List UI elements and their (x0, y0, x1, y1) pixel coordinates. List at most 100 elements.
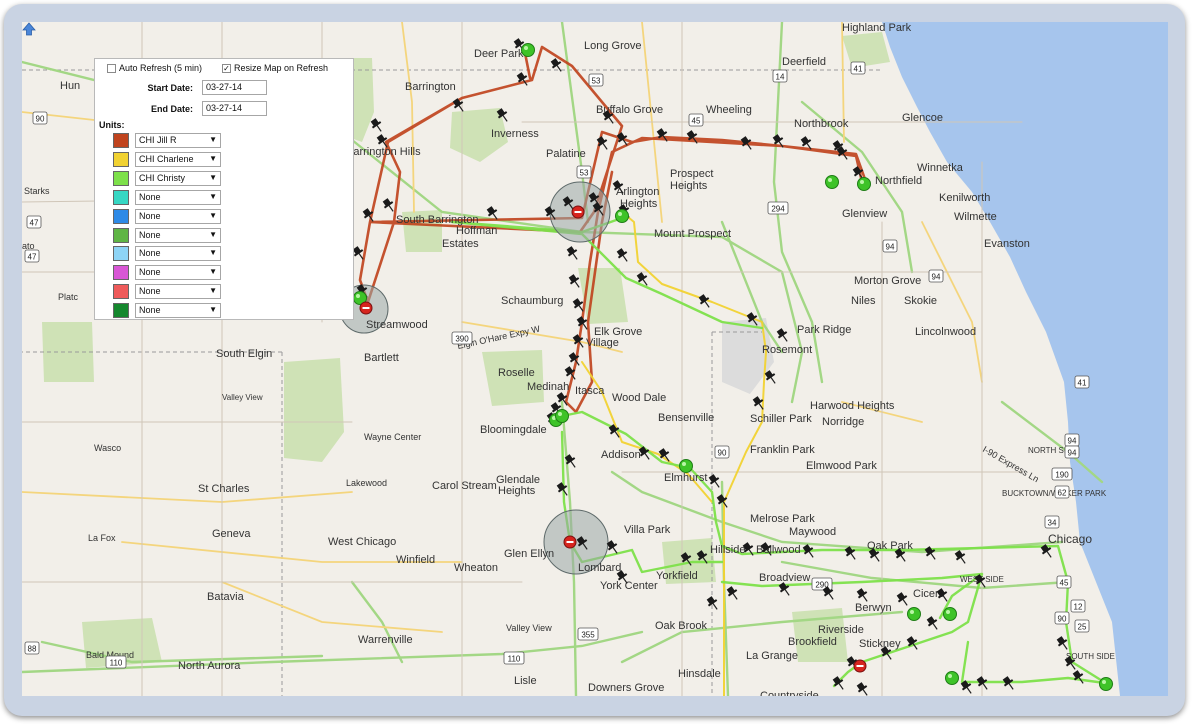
waypoint-pin-icon[interactable] (1001, 675, 1017, 692)
waypoint-pin-icon[interactable] (751, 395, 767, 412)
unit-color-swatch[interactable] (113, 208, 129, 224)
unit-select[interactable]: None ▼ (135, 227, 221, 243)
auto-refresh-toggle[interactable]: Auto Refresh (5 min) (107, 63, 202, 73)
map-place-label: Addison (601, 449, 641, 461)
vehicle-location-icon[interactable] (945, 671, 959, 685)
map-place-label: SOUTH SIDE (1066, 652, 1115, 661)
svg-text:47: 47 (28, 253, 37, 262)
unit-select[interactable]: CHI Charlene ▼ (135, 151, 221, 167)
unit-color-swatch[interactable] (113, 227, 129, 243)
map-place-label: Oak Brook (655, 620, 707, 632)
start-date-input[interactable]: 03-27-14 (202, 80, 267, 95)
map-place-label: Winfield (396, 554, 435, 566)
collapse-panel-arrow-icon[interactable] (22, 22, 36, 36)
map-place-label: Hillside (710, 544, 745, 556)
stop-marker-icon[interactable] (563, 535, 577, 549)
waypoint-pin-icon[interactable] (655, 127, 671, 144)
unit-select[interactable]: None ▼ (135, 284, 221, 300)
unit-color-swatch[interactable] (113, 189, 129, 205)
map-place-label: Deer Park (474, 48, 524, 60)
map-place-label: Berwyn (855, 602, 892, 614)
waypoint-pin-icon[interactable] (705, 595, 721, 612)
dropdown-arrow-icon: ▼ (209, 267, 217, 277)
stop-marker-icon[interactable] (359, 301, 373, 315)
svg-text:88: 88 (28, 645, 37, 654)
vehicle-location-icon[interactable] (555, 409, 569, 423)
map-place-label: Platc (58, 292, 79, 302)
unit-select[interactable]: CHI Jill R ▼ (135, 133, 221, 148)
svg-text:110: 110 (508, 655, 521, 664)
unit-color-swatch[interactable] (113, 170, 129, 186)
map-place-label: Heights (498, 485, 536, 497)
svg-text:90: 90 (36, 115, 45, 124)
unit-select-value: None (139, 248, 161, 259)
unit-select[interactable]: None ▼ (135, 303, 221, 319)
map-place-label: Inverness (491, 128, 539, 140)
unit-color-swatch[interactable] (113, 151, 129, 167)
svg-text:190: 190 (1055, 471, 1069, 480)
waypoint-pin-icon[interactable] (831, 675, 847, 692)
unit-select[interactable]: None ▼ (135, 189, 221, 205)
waypoint-pin-icon[interactable] (775, 327, 791, 344)
map-place-label: ato (22, 241, 35, 251)
waypoint-pin-icon[interactable] (725, 585, 741, 602)
dropdown-arrow-icon: ▼ (209, 210, 217, 220)
highway-shield-icon: 53 (576, 165, 592, 179)
map-place-label: Schiller Park (750, 413, 812, 425)
highway-shield-icon: 34 (1044, 515, 1060, 529)
vehicle-location-icon[interactable] (943, 607, 957, 621)
unit-color-swatch[interactable] (113, 303, 129, 319)
unit-color-swatch[interactable] (113, 284, 129, 300)
svg-text:25: 25 (1078, 623, 1087, 632)
end-date-label: End Date: (150, 104, 193, 114)
svg-text:45: 45 (1060, 579, 1069, 588)
map-place-label: Wheaton (454, 562, 498, 574)
vehicle-location-icon[interactable] (679, 459, 693, 473)
unit-select-value: None (139, 210, 161, 221)
waypoint-pin-icon[interactable] (953, 549, 969, 566)
svg-text:90: 90 (1058, 615, 1067, 624)
end-date-input[interactable]: 03-27-14 (202, 101, 267, 116)
highway-shield-icon: 90 (1054, 611, 1070, 625)
waypoint-pin-icon[interactable] (615, 247, 631, 264)
map-canvas[interactable]: Deer Park Long Grove Highland Park Barringt… (22, 22, 1168, 696)
vehicle-location-icon[interactable] (1099, 677, 1113, 691)
unit-color-swatch[interactable] (113, 265, 129, 281)
unit-select-value: None (139, 267, 161, 278)
map-place-label: Lakewood (346, 478, 387, 488)
vehicle-location-icon[interactable] (615, 209, 629, 223)
highway-shield-icon: 94 (882, 239, 898, 253)
unit-select[interactable]: CHI Christy ▼ (135, 170, 221, 186)
vehicle-location-icon[interactable] (825, 175, 839, 189)
map-place-label: Glencoe (902, 112, 943, 124)
waypoint-pin-icon[interactable] (369, 117, 385, 134)
waypoint-pin-icon[interactable] (975, 675, 991, 692)
svg-text:90: 90 (718, 449, 727, 458)
unit-color-swatch[interactable] (113, 133, 129, 148)
stop-marker-icon[interactable] (571, 205, 585, 219)
unit-select-value: None (139, 286, 161, 297)
stop-marker-icon[interactable] (853, 659, 867, 673)
highway-shield-icon: 94 (1064, 433, 1080, 447)
waypoint-pin-icon[interactable] (565, 245, 581, 262)
unit-color-swatch[interactable] (113, 246, 129, 262)
unit-select[interactable]: None ▼ (135, 246, 221, 262)
svg-text:53: 53 (580, 169, 589, 178)
unit-select-value: CHI Christy (139, 172, 186, 183)
waypoint-pin-icon[interactable] (925, 615, 941, 632)
vehicle-location-icon[interactable] (521, 43, 535, 57)
vehicle-location-icon[interactable] (907, 607, 921, 621)
resize-map-toggle[interactable]: ✓ Resize Map on Refresh (222, 63, 328, 73)
map-place-label: Glenview (842, 208, 887, 220)
auto-refresh-checkbox[interactable] (107, 63, 116, 73)
vehicle-location-icon[interactable] (857, 177, 871, 191)
map-place-label: Barrington Hills (346, 146, 421, 158)
unit-select[interactable]: None ▼ (135, 265, 221, 281)
waypoint-pin-icon[interactable] (923, 545, 939, 562)
unit-select[interactable]: None ▼ (135, 208, 221, 224)
waypoint-pin-icon[interactable] (855, 681, 871, 696)
svg-text:41: 41 (1078, 379, 1087, 388)
resize-map-checkbox[interactable]: ✓ (222, 63, 231, 73)
map-place-label: Brookfield (788, 636, 837, 648)
waypoint-pin-icon[interactable] (895, 591, 911, 608)
